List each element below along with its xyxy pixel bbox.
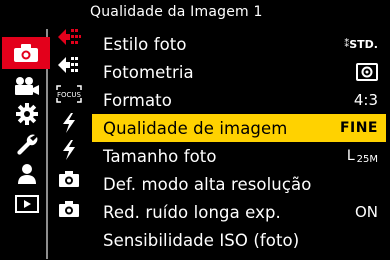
main-tab-column (2, 29, 50, 259)
menu-item-label: Def. modo alta resolução (103, 174, 312, 194)
tab-setup[interactable] (6, 129, 48, 159)
menu-item-label: Estilo foto (103, 34, 187, 54)
menu-item-photo-style[interactable]: Estilo foto ⁑ STD. (92, 30, 386, 58)
menu-item-label: Sensibilidade ISO (foto) (103, 230, 300, 250)
photo-size-megapixels: 25M (356, 153, 378, 165)
svg-text:FOCUS: FOCUS (57, 91, 82, 99)
menu-item-long-exposure-nr[interactable]: Red. ruído longa exp. ON (92, 198, 386, 226)
video-camera-icon (15, 77, 39, 95)
menu-item-value: L 25M (338, 148, 378, 165)
menu-item-value: FINE (339, 120, 378, 136)
menu-list: Estilo foto ⁑ STD. Fotometria Formato 4:… (92, 30, 386, 256)
image-quality-icon (58, 29, 81, 45)
sub-tab-column: FOCUS (52, 24, 88, 234)
subtab-other-2[interactable] (52, 196, 86, 222)
flash-icon (63, 113, 75, 133)
focus-icon: FOCUS (56, 85, 82, 103)
menu-item-value: ON (354, 203, 378, 221)
menu-item-aspect-ratio[interactable]: Formato 4:3 (92, 86, 386, 114)
flash-2-icon (63, 140, 75, 160)
subtab-image-quality-1[interactable] (52, 24, 86, 50)
subtab-image-quality-2[interactable] (52, 52, 86, 78)
subtab-flash-2[interactable] (52, 137, 86, 163)
camera-icon (14, 44, 38, 62)
gear-icon (16, 103, 38, 125)
photo-style-value: STD. (349, 37, 378, 51)
tab-playback[interactable] (6, 189, 48, 219)
menu-item-photo-size[interactable]: Tamanho foto L 25M (92, 142, 386, 170)
subtab-flash[interactable] (52, 110, 86, 136)
subtab-focus[interactable]: FOCUS (52, 81, 86, 107)
menu-item-high-res-mode[interactable]: Def. modo alta resolução (92, 170, 386, 198)
menu-item-value: ⁑ STD. (338, 38, 378, 51)
person-icon (18, 164, 36, 184)
wrench-icon (17, 134, 38, 155)
page-title: Qualidade da Imagem 1 (90, 4, 263, 20)
menu-item-value (338, 63, 378, 81)
tab-photo[interactable] (2, 37, 50, 69)
menu-item-label: Tamanho foto (103, 146, 217, 166)
menu-item-value: 4:3 (353, 91, 378, 109)
camera-small-2-icon (59, 201, 79, 217)
playback-icon (15, 195, 39, 213)
menu-item-label: Red. ruído longa exp. (103, 202, 281, 222)
menu-item-image-quality[interactable]: Qualidade de imagem FINE (92, 114, 386, 142)
menu-item-iso-sensitivity[interactable]: Sensibilidade ISO (foto) (92, 226, 386, 254)
photo-size-letter: L (346, 148, 355, 164)
tab-my-menu[interactable] (6, 159, 48, 189)
image-quality-2-icon (58, 57, 78, 73)
menu-item-label: Qualidade de imagem (103, 118, 288, 138)
subtab-other-1[interactable] (52, 166, 86, 192)
menu-item-metering[interactable]: Fotometria (92, 58, 386, 86)
tab-custom[interactable] (6, 99, 48, 129)
tab-video[interactable] (6, 71, 48, 101)
metering-icon (356, 63, 378, 81)
camera-menu-screen: Qualidade da Imagem 1 FOCUS Estilo foto … (0, 0, 390, 260)
menu-item-label: Fotometria (103, 62, 194, 82)
menu-item-label: Formato (103, 90, 172, 110)
camera-small-icon (59, 171, 79, 187)
